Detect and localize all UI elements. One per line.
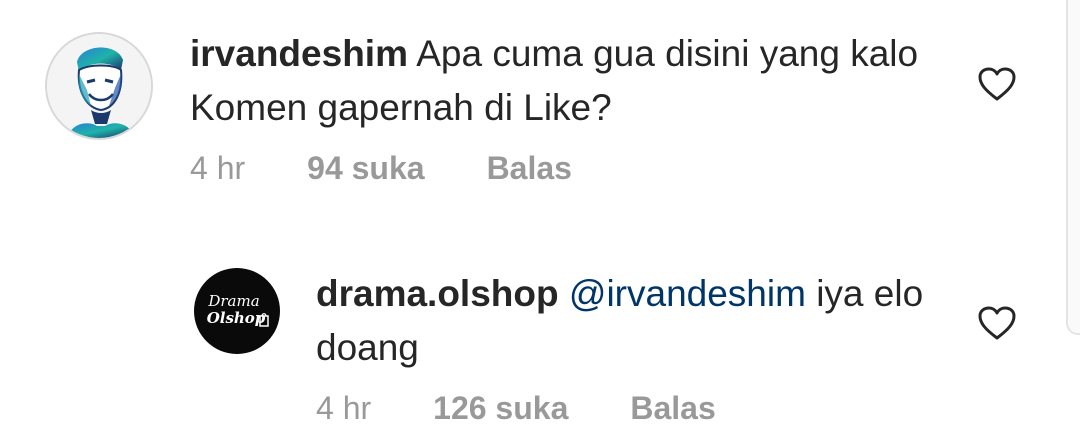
reply-button[interactable]: Balas — [487, 148, 572, 188]
comment-thread: irvandeshim Apa cuma gua disini yang kal… — [0, 0, 1080, 443]
comment-username[interactable]: irvandeshim — [190, 33, 408, 74]
comment-time: 4 hr — [190, 150, 246, 186]
comment-meta: 4 hr 126 suka Balas — [316, 388, 716, 428]
comment-username[interactable]: drama.olshop — [316, 273, 559, 314]
comment-mention[interactable]: @irvandeshim — [569, 273, 806, 314]
comment-body: irvandeshim Apa cuma gua disini yang kal… — [190, 27, 930, 135]
comment-body: drama.olshop @irvandeshim iya elo doang — [316, 267, 936, 375]
logo-line-1: Drama — [207, 292, 259, 310]
brand-logo-icon: Drama Olshop — [207, 292, 269, 327]
heart-outline-icon[interactable] — [977, 305, 1017, 341]
comment-time: 4 hr — [316, 390, 372, 426]
avatar[interactable] — [45, 32, 153, 140]
user-portrait-icon — [47, 34, 151, 138]
comment-likes[interactable]: 126 suka — [433, 388, 568, 428]
scrollbar-edge — [1066, 0, 1080, 335]
avatar[interactable]: Drama Olshop — [194, 268, 280, 354]
logo-line-2: Olshop — [207, 309, 266, 327]
reply-button[interactable]: Balas — [630, 388, 715, 428]
heart-outline-icon[interactable] — [977, 66, 1017, 102]
comment-likes[interactable]: 94 suka — [307, 148, 424, 188]
comment-meta: 4 hr 94 suka Balas — [190, 148, 572, 188]
